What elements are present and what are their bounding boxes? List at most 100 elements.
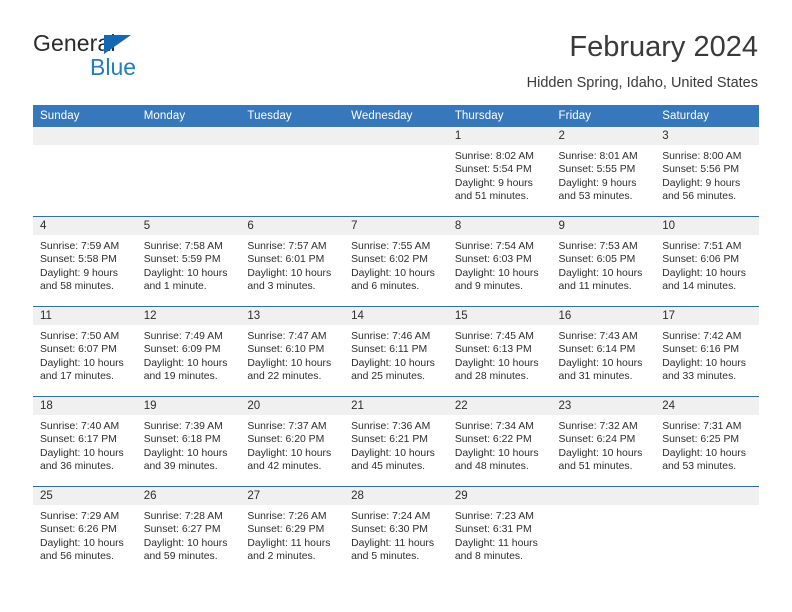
day-number: 13 [240, 307, 345, 325]
calendar-cell[interactable]: 15 Sunrise: 7:45 AM Sunset: 6:13 PM Dayligh… [447, 306, 552, 397]
day-number [655, 487, 759, 505]
daylight-text-line1: Daylight: 10 hours [454, 447, 539, 459]
daylight-text-line1: Daylight: 10 hours [247, 357, 332, 369]
sunset-text: Sunset: 6:14 PM [558, 344, 636, 356]
triangle-flag-icon [104, 35, 131, 54]
day-detail: Sunrise: 7:23 AM Sunset: 6:31 PM Daylight:… [448, 505, 552, 564]
daylight-text-line2: and 25 minutes. [351, 371, 426, 383]
daylight-text-line1: Daylight: 9 hours [454, 177, 533, 189]
daylight-text-line2: and 33 minutes. [662, 371, 737, 383]
day-number: 4 [33, 217, 137, 235]
calendar-day-cell: 20 Sunrise: 7:37 AM Sunset: 6:20 PM Dayligh… [240, 397, 345, 486]
day-detail: Sunrise: 7:24 AM Sunset: 6:30 PM Daylight:… [344, 505, 448, 564]
day-number: 2 [551, 127, 656, 145]
day-number: 29 [447, 487, 552, 505]
day-detail: Sunrise: 7:31 AM Sunset: 6:25 PM Daylight:… [655, 415, 759, 474]
calendar-cell[interactable]: 7 Sunrise: 7:55 AM Sunset: 6:02 PM Daylight… [344, 216, 448, 307]
daylight-text-line1: Daylight: 10 hours [143, 357, 228, 369]
day-detail: Sunrise: 7:26 AM Sunset: 6:29 PM Daylight:… [240, 505, 344, 564]
calendar-week-row: 11 Sunrise: 7:50 AM Sunset: 6:07 PM Dayligh… [33, 306, 759, 397]
calendar-week-row: 4 Sunrise: 7:59 AM Sunset: 5:58 PM Daylight… [33, 216, 759, 307]
weekday-header-wednesday: Wednesday [344, 105, 448, 127]
sunrise-text: Sunrise: 7:32 AM [558, 421, 638, 432]
daylight-text-line2: and 9 minutes. [454, 281, 523, 293]
sunrise-text: Sunrise: 7:39 AM [143, 421, 223, 432]
calendar-cell[interactable]: 3 Sunrise: 8:00 AM Sunset: 5:56 PM Daylight… [655, 127, 759, 217]
calendar-cell[interactable]: 19 Sunrise: 7:39 AM Sunset: 6:18 PM Dayligh… [136, 396, 241, 487]
calendar-cell[interactable]: 17 Sunrise: 7:42 AM Sunset: 6:16 PM Dayligh… [655, 306, 759, 397]
calendar-cell[interactable]: 4 Sunrise: 7:59 AM Sunset: 5:58 PM Daylight… [33, 216, 137, 307]
calendar-cell[interactable]: 23 Sunrise: 7:32 AM Sunset: 6:24 PM Dayligh… [551, 396, 656, 487]
calendar-cell[interactable]: 25 Sunrise: 7:29 AM Sunset: 6:26 PM Dayligh… [33, 486, 137, 576]
sunset-text: Sunset: 6:18 PM [143, 434, 221, 446]
calendar-cell[interactable]: 5 Sunrise: 7:58 AM Sunset: 5:59 PM Daylight… [136, 216, 241, 307]
calendar-cell [344, 127, 448, 217]
calendar-cell[interactable]: 24 Sunrise: 7:31 AM Sunset: 6:25 PM Dayligh… [655, 396, 759, 487]
calendar-cell[interactable]: 9 Sunrise: 7:53 AM Sunset: 6:05 PM Daylight… [551, 216, 656, 307]
calendar-day-cell: 17 Sunrise: 7:42 AM Sunset: 6:16 PM Dayligh… [655, 307, 759, 396]
calendar-cell[interactable]: 6 Sunrise: 7:57 AM Sunset: 6:01 PM Daylight… [240, 216, 345, 307]
daylight-text-line1: Daylight: 10 hours [40, 537, 124, 549]
calendar-cell-empty [136, 127, 241, 216]
calendar-cell [33, 127, 137, 217]
sunrise-text: Sunrise: 7:26 AM [247, 511, 327, 522]
day-number: 3 [655, 127, 759, 145]
sunrise-text: Sunrise: 8:00 AM [662, 151, 742, 162]
daylight-text-line1: Daylight: 9 hours [40, 267, 118, 279]
daylight-text-line1: Daylight: 10 hours [351, 357, 435, 369]
calendar-cell[interactable]: 29 Sunrise: 7:23 AM Sunset: 6:31 PM Dayligh… [447, 486, 552, 576]
calendar-cell[interactable]: 12 Sunrise: 7:49 AM Sunset: 6:09 PM Dayligh… [136, 306, 241, 397]
calendar-cell[interactable]: 1 Sunrise: 8:02 AM Sunset: 5:54 PM Daylight… [447, 127, 552, 217]
sunrise-text: Sunrise: 7:53 AM [558, 241, 638, 252]
day-number: 17 [655, 307, 759, 325]
sunset-text: Sunset: 6:31 PM [454, 524, 532, 536]
calendar-day-cell: 23 Sunrise: 7:32 AM Sunset: 6:24 PM Dayligh… [551, 397, 656, 486]
day-detail: Sunrise: 7:59 AM Sunset: 5:58 PM Daylight:… [33, 235, 137, 294]
daylight-text-line2: and 45 minutes. [351, 461, 426, 473]
daylight-text-line2: and 56 minutes. [662, 191, 737, 203]
calendar-cell[interactable]: 11 Sunrise: 7:50 AM Sunset: 6:07 PM Dayligh… [33, 306, 137, 397]
daylight-text-line1: Daylight: 10 hours [40, 447, 124, 459]
calendar-cell[interactable]: 26 Sunrise: 7:28 AM Sunset: 6:27 PM Dayligh… [136, 486, 241, 576]
day-detail: Sunrise: 7:54 AM Sunset: 6:03 PM Daylight:… [448, 235, 552, 294]
calendar-day-cell: 15 Sunrise: 7:45 AM Sunset: 6:13 PM Dayligh… [447, 307, 552, 396]
sunset-text: Sunset: 6:13 PM [454, 344, 532, 356]
sunrise-text: Sunrise: 7:43 AM [558, 331, 638, 342]
calendar-cell[interactable]: 10 Sunrise: 7:51 AM Sunset: 6:06 PM Dayligh… [655, 216, 759, 307]
daylight-text-line1: Daylight: 11 hours [247, 537, 331, 549]
calendar-cell[interactable]: 20 Sunrise: 7:37 AM Sunset: 6:20 PM Dayligh… [240, 396, 345, 487]
day-number: 12 [136, 307, 241, 325]
calendar-cell[interactable]: 2 Sunrise: 8:01 AM Sunset: 5:55 PM Daylight… [551, 127, 656, 217]
sunset-text: Sunset: 6:27 PM [143, 524, 221, 536]
calendar-cell[interactable]: 14 Sunrise: 7:46 AM Sunset: 6:11 PM Dayligh… [344, 306, 448, 397]
calendar-day-cell: 14 Sunrise: 7:46 AM Sunset: 6:11 PM Dayligh… [344, 307, 448, 396]
calendar-day-cell: 12 Sunrise: 7:49 AM Sunset: 6:09 PM Dayligh… [136, 307, 241, 396]
calendar-cell [136, 127, 241, 217]
daylight-text-line1: Daylight: 10 hours [558, 357, 643, 369]
calendar-cell[interactable]: 8 Sunrise: 7:54 AM Sunset: 6:03 PM Daylight… [447, 216, 552, 307]
day-number [344, 127, 448, 145]
sunrise-text: Sunrise: 7:59 AM [40, 241, 120, 252]
daylight-text-line2: and 53 minutes. [558, 191, 633, 203]
daylight-text-line2: and 17 minutes. [40, 371, 114, 383]
calendar-cell[interactable]: 22 Sunrise: 7:34 AM Sunset: 6:22 PM Dayligh… [447, 396, 552, 487]
calendar-cell[interactable]: 13 Sunrise: 7:47 AM Sunset: 6:10 PM Dayligh… [240, 306, 345, 397]
day-detail: Sunrise: 7:29 AM Sunset: 6:26 PM Daylight:… [33, 505, 137, 564]
weekday-header-friday: Friday [551, 105, 656, 127]
calendar-week-row: 1 Sunrise: 8:02 AM Sunset: 5:54 PM Daylight… [33, 127, 759, 217]
calendar-cell[interactable]: 27 Sunrise: 7:26 AM Sunset: 6:29 PM Dayligh… [240, 486, 345, 576]
daylight-text-line1: Daylight: 11 hours [351, 537, 435, 549]
day-detail: Sunrise: 7:47 AM Sunset: 6:10 PM Daylight:… [240, 325, 344, 384]
daylight-text-line1: Daylight: 10 hours [143, 267, 228, 279]
calendar-cell[interactable]: 28 Sunrise: 7:24 AM Sunset: 6:30 PM Dayligh… [344, 486, 448, 576]
day-number: 15 [447, 307, 552, 325]
calendar-day-cell: 6 Sunrise: 7:57 AM Sunset: 6:01 PM Daylight… [240, 217, 345, 306]
calendar-cell[interactable]: 21 Sunrise: 7:36 AM Sunset: 6:21 PM Dayligh… [344, 396, 448, 487]
calendar-cell[interactable]: 16 Sunrise: 7:43 AM Sunset: 6:14 PM Dayligh… [551, 306, 656, 397]
calendar-week-row: 18 Sunrise: 7:40 AM Sunset: 6:17 PM Dayligh… [33, 396, 759, 487]
brand-logo[interactable]: General Blue [33, 30, 233, 86]
calendar-cell[interactable]: 18 Sunrise: 7:40 AM Sunset: 6:17 PM Dayligh… [33, 396, 137, 487]
day-detail: Sunrise: 7:45 AM Sunset: 6:13 PM Daylight:… [448, 325, 552, 384]
calendar-day-cell: 21 Sunrise: 7:36 AM Sunset: 6:21 PM Dayligh… [344, 397, 448, 486]
day-number: 7 [344, 217, 448, 235]
